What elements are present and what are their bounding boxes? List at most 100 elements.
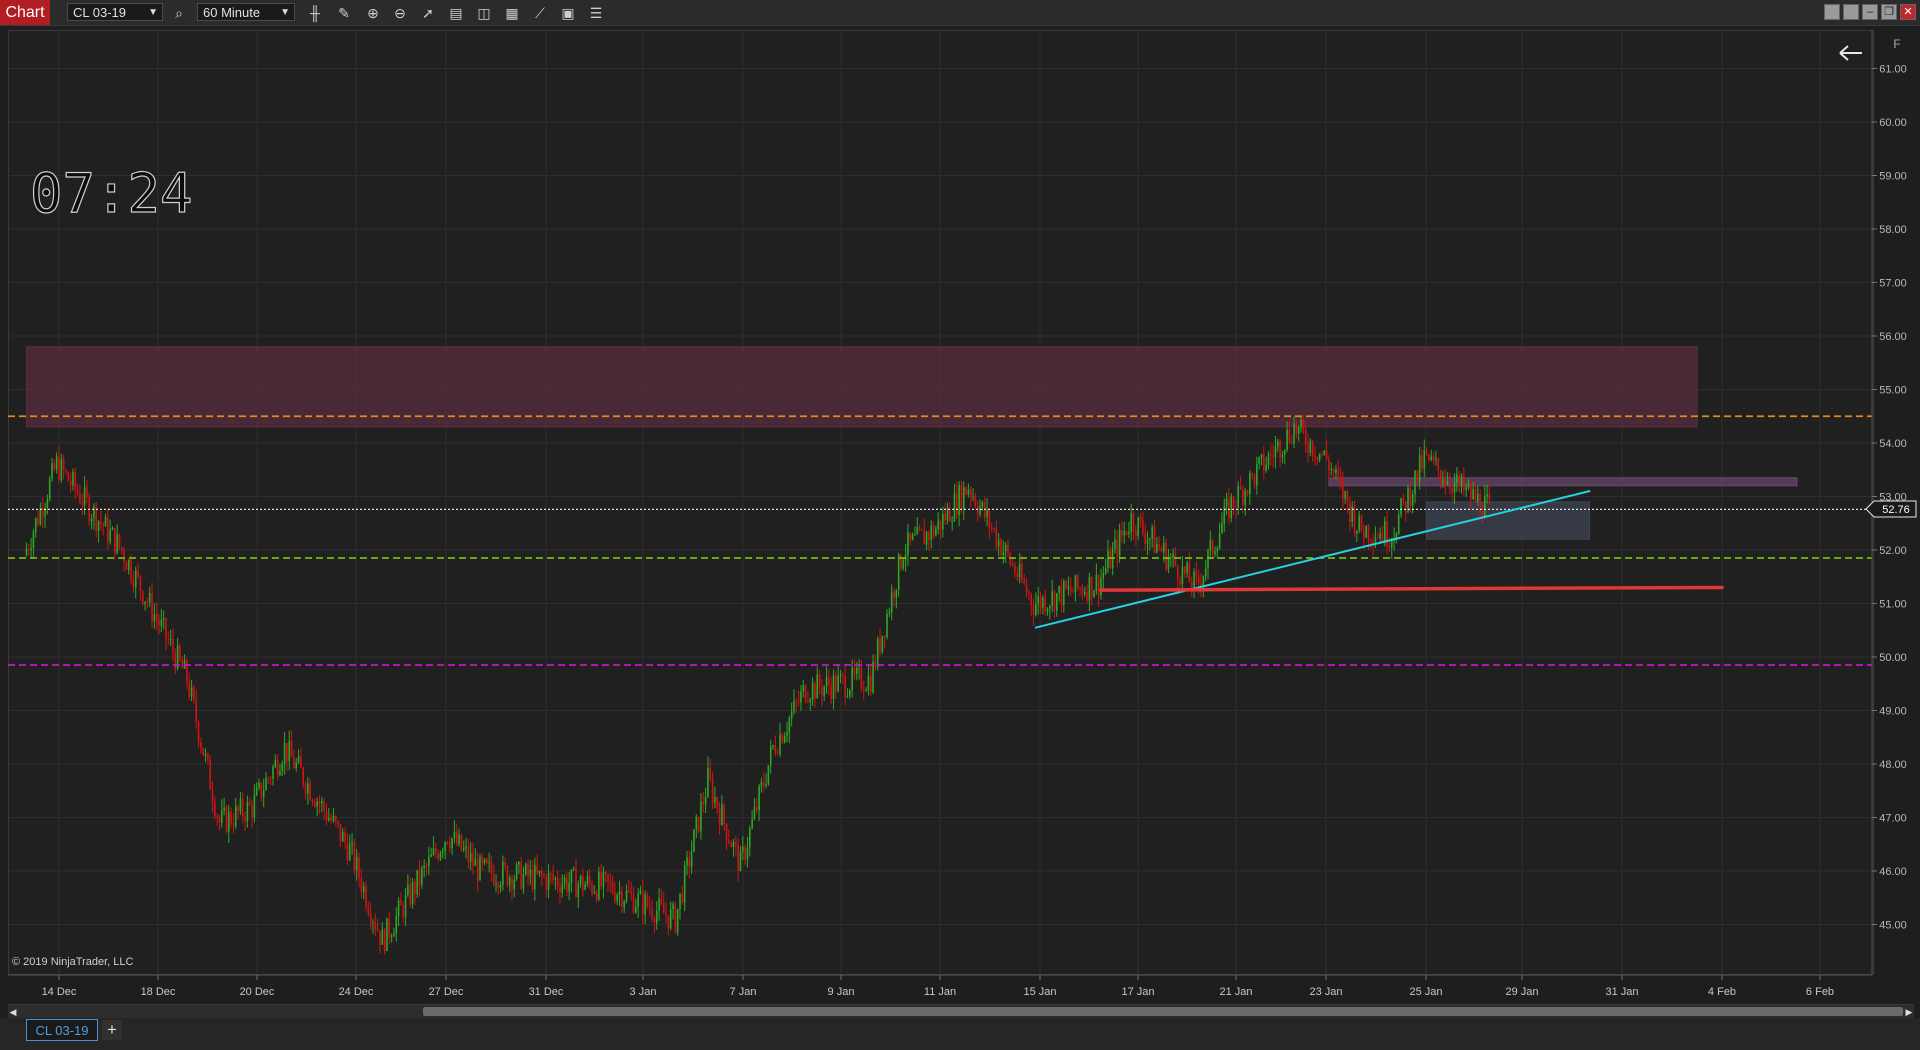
time-tick-label: 18 Dec: [141, 986, 176, 998]
candle-body: [95, 506, 98, 531]
candle-body: [527, 864, 529, 877]
candle-body: [330, 818, 332, 821]
candle-body: [93, 506, 95, 519]
scroll-thumb[interactable]: [423, 1007, 1903, 1016]
candle-body: [499, 884, 502, 888]
candle-body: [146, 601, 149, 603]
candle-body: [776, 753, 779, 755]
candle-body: [595, 892, 598, 900]
price-tick-label: 57.00: [1879, 278, 1907, 290]
candle-body: [1165, 543, 1167, 570]
candle-body: [27, 549, 30, 551]
price-axis-corner-letter[interactable]: F: [1893, 37, 1900, 51]
candle-body: [1160, 547, 1163, 552]
candle-body: [114, 528, 116, 554]
candle-body: [1451, 488, 1454, 493]
candle-body: [839, 674, 842, 676]
candle-body: [570, 869, 573, 883]
candle-body: [990, 527, 993, 529]
candle-body: [467, 846, 470, 862]
candle-body: [716, 796, 719, 809]
candle-body: [1463, 475, 1465, 491]
candle-body: [1383, 520, 1386, 543]
candle-body: [572, 868, 575, 870]
candle-body: [582, 875, 584, 890]
candle-body: [360, 878, 363, 892]
candle-body: [1039, 596, 1042, 608]
candle-body: [1002, 551, 1005, 556]
candle-body: [755, 807, 758, 811]
price-chart[interactable]: 61.00 60.00 59.00 58.00 57.00 56.00 55.00 54.00…: [0, 0, 1920, 1004]
candle-body: [1146, 539, 1149, 544]
candle-body: [591, 883, 593, 893]
back-arrow-icon[interactable]: [1839, 45, 1862, 61]
time-tick-label: 20 Dec: [240, 986, 275, 998]
candle-body: [793, 700, 795, 712]
candle-body: [207, 753, 209, 760]
candle-body: [1065, 581, 1067, 589]
candle-body: [823, 686, 826, 696]
candle-body: [269, 778, 272, 780]
candle-body: [593, 892, 596, 894]
candle-body: [660, 898, 663, 904]
candle-body: [100, 521, 102, 524]
candle-body: [1432, 456, 1435, 461]
time-tick-label: 17 Jan: [1121, 986, 1154, 998]
candle-body: [1174, 554, 1177, 566]
candle-body: [1367, 525, 1370, 542]
candle-body: [290, 740, 293, 757]
candle-body: [127, 560, 130, 570]
candle-body: [1142, 520, 1144, 534]
candle-body: [490, 861, 493, 874]
candle-body: [958, 485, 960, 516]
candle-body: [728, 840, 730, 843]
candle-body: [686, 857, 688, 866]
candle-body: [914, 534, 916, 536]
candle-body: [953, 493, 956, 522]
candle-body: [1028, 592, 1030, 595]
candle-body: [1267, 453, 1270, 465]
add-tab-button[interactable]: +: [102, 1020, 122, 1040]
candle-body: [286, 742, 288, 762]
scroll-right-icon[interactable]: ▶: [1904, 1005, 1914, 1019]
scroll-left-icon[interactable]: ◀: [8, 1005, 18, 1019]
candle-body: [148, 593, 151, 603]
candle-body: [1132, 513, 1135, 531]
candle-body: [1286, 429, 1288, 450]
candle-body: [1090, 576, 1093, 598]
candle-body: [46, 499, 49, 509]
candle-body: [709, 767, 712, 780]
candle-body: [916, 527, 919, 535]
candle-body: [465, 846, 467, 849]
candle-body: [874, 661, 877, 668]
candle-body: [1109, 550, 1112, 569]
candle-body: [635, 906, 637, 913]
candle-body: [1488, 494, 1491, 500]
candle-body: [1037, 596, 1040, 605]
candle-body: [295, 762, 298, 769]
candle-body: [855, 668, 858, 674]
candle-body: [483, 859, 486, 863]
candle-body: [918, 527, 921, 530]
candle-body: [1021, 563, 1023, 580]
candle-body: [1346, 491, 1349, 503]
tab-instrument[interactable]: CL 03-19: [26, 1019, 98, 1041]
price-tick-label: 46.00: [1879, 866, 1907, 878]
current-price-marker: 52.76: [1865, 500, 1917, 518]
candle-body: [807, 701, 809, 703]
candle-body: [1030, 594, 1033, 606]
candle-body: [1139, 517, 1142, 521]
candle-body: [186, 660, 188, 682]
candle-body: [1269, 453, 1272, 456]
candle-body: [667, 915, 670, 929]
candle-body: [511, 877, 513, 890]
candle-body: [552, 874, 554, 880]
candle-body: [267, 778, 270, 780]
candle-body: [1104, 568, 1107, 574]
candle-body: [504, 862, 506, 867]
candle-body: [1237, 486, 1240, 508]
candle-body: [179, 645, 181, 660]
candle-body: [951, 521, 953, 523]
candle-body: [1353, 506, 1356, 534]
candle-body: [1025, 583, 1028, 593]
